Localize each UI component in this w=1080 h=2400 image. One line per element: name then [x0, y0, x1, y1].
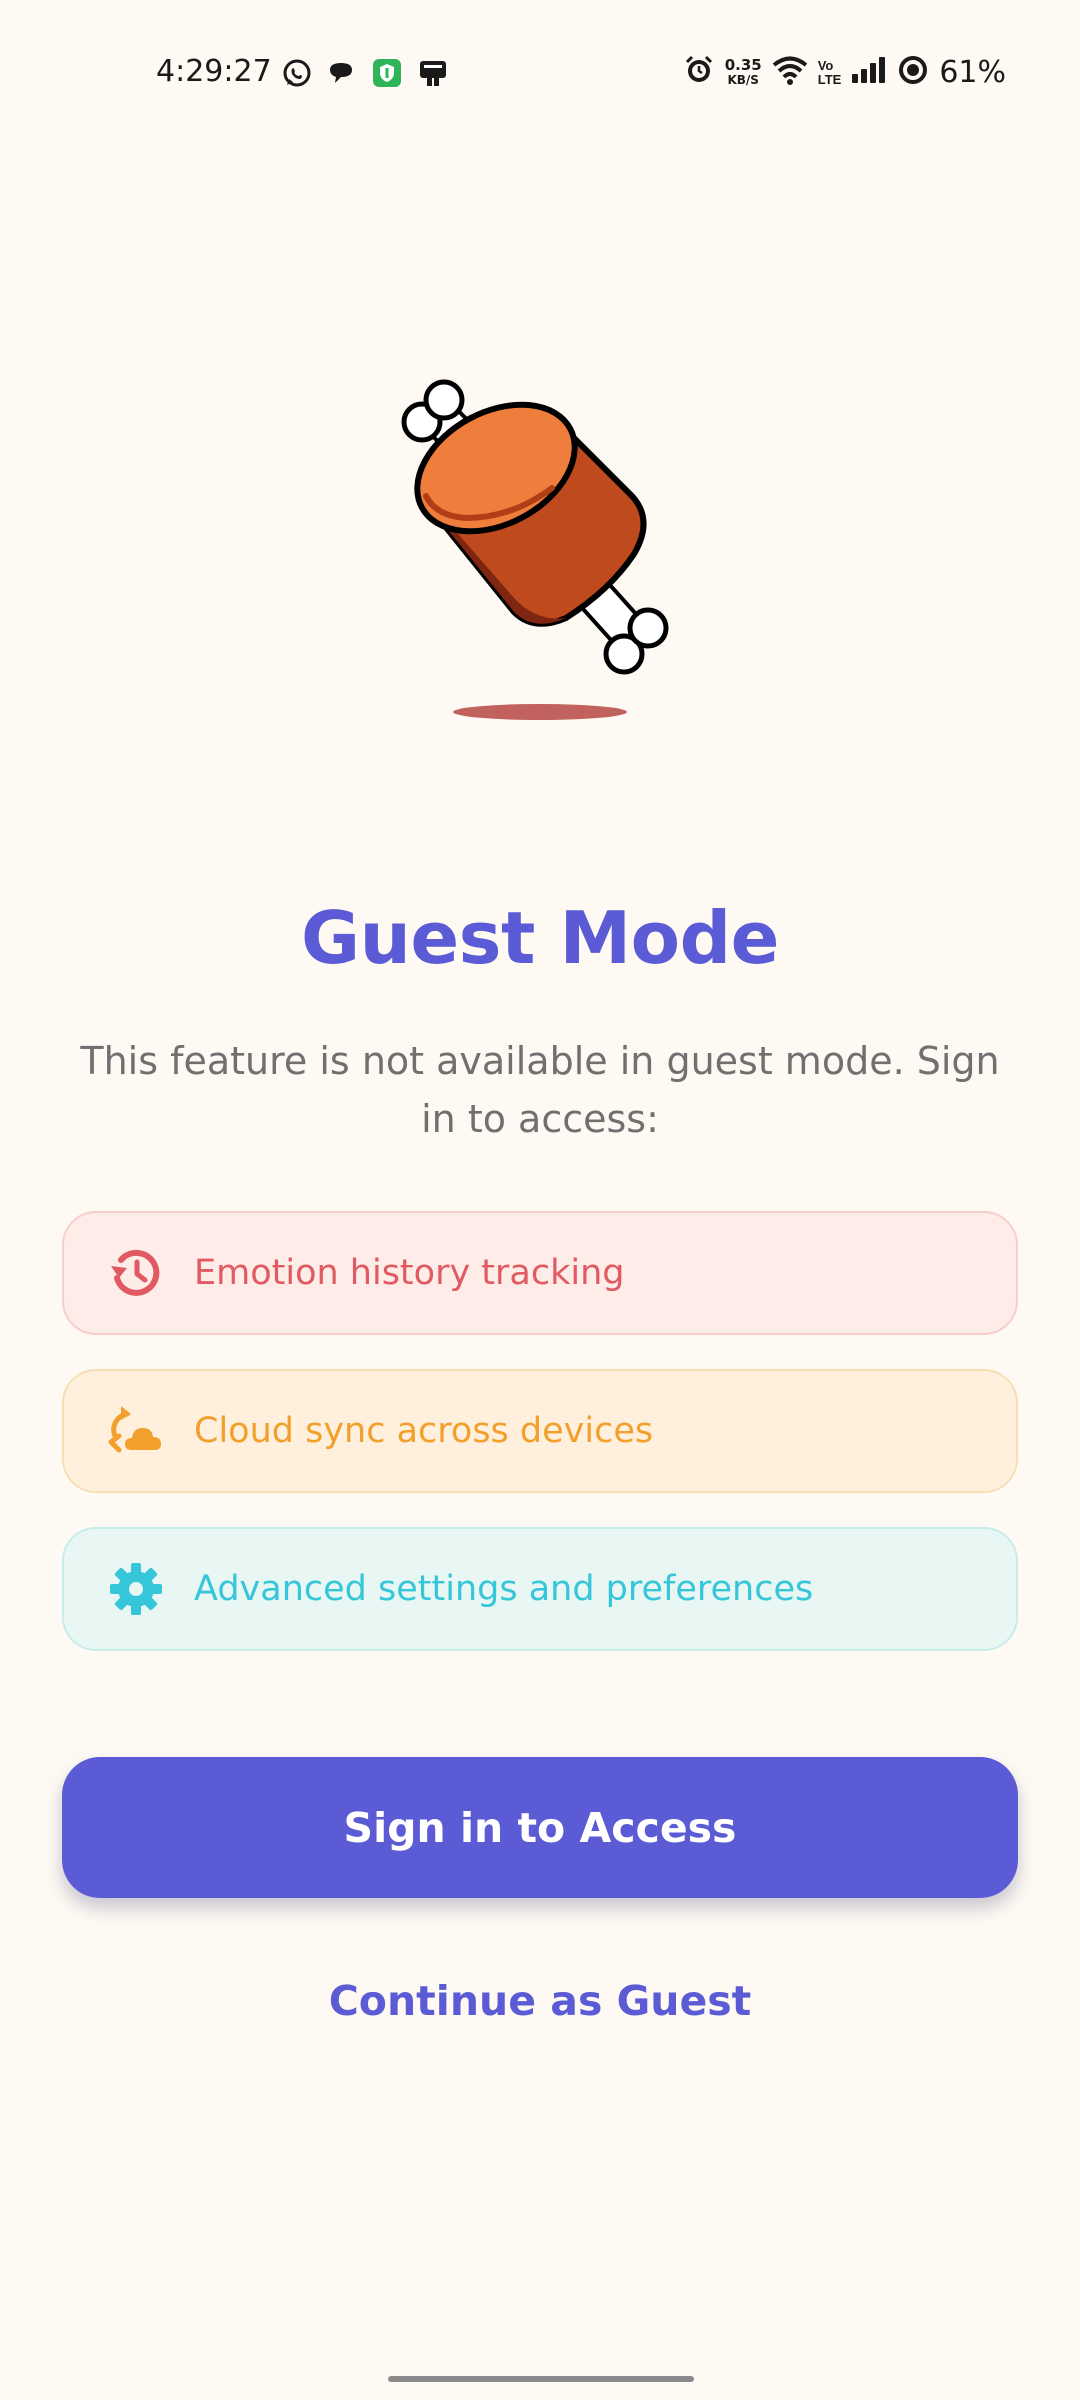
feature-label-settings: Advanced settings and preferences [194, 1569, 814, 1609]
net-speed: 0.35 KB/S [724, 55, 762, 88]
wifi-icon [772, 55, 808, 90]
feature-label-cloud-sync: Cloud sync across devices [194, 1411, 654, 1451]
history-icon [106, 1243, 166, 1303]
alarm-icon [683, 54, 715, 91]
bone-bottom-icon [572, 572, 669, 675]
sign-in-button[interactable]: Sign in to Access [62, 1757, 1018, 1898]
feature-label-history: Emotion history tracking [194, 1253, 625, 1293]
feature-card-history: Emotion history tracking [62, 1211, 1018, 1335]
illustration-shadow [453, 704, 627, 720]
battery-percentage: 61% [939, 55, 1006, 90]
feature-card-cloud-sync: Cloud sync across devices [62, 1369, 1018, 1493]
chat-bubble-icon [326, 58, 356, 93]
status-right-group: 0.35 KB/S Vo LTE 61% [683, 54, 1006, 91]
status-time: 4:29:27 [156, 54, 272, 89]
gear-icon [106, 1559, 166, 1619]
volte-top: Vo [817, 57, 834, 73]
cloud-sync-icon [106, 1401, 166, 1461]
feature-card-settings: Advanced settings and preferences [62, 1527, 1018, 1651]
whatsapp-icon [282, 58, 312, 93]
guest-mode-screen: 4:29:27 0.35 KB/S Vo LTE 61% Guest Mode … [0, 0, 1080, 2400]
net-speed-unit: KB/S [727, 72, 759, 87]
page-title: Guest Mode [300, 896, 780, 980]
volte-indicator: Vo LTE [817, 57, 842, 87]
status-bar: 4:29:27 0.35 KB/S Vo LTE 61% [0, 48, 1080, 96]
signal-icon [851, 56, 887, 89]
page-subtitle: This feature is not available in guest m… [80, 1039, 1000, 1141]
shield-app-icon [372, 58, 402, 93]
volte-bottom: LTE [817, 71, 842, 87]
notification-app-icon [418, 58, 448, 93]
continue-as-guest-button[interactable]: Continue as Guest [240, 1966, 840, 2036]
meat-illustration [396, 370, 686, 730]
net-speed-value: 0.35 [724, 55, 762, 74]
home-indicator[interactable] [388, 2376, 694, 2382]
battery-ring-icon [897, 54, 929, 91]
